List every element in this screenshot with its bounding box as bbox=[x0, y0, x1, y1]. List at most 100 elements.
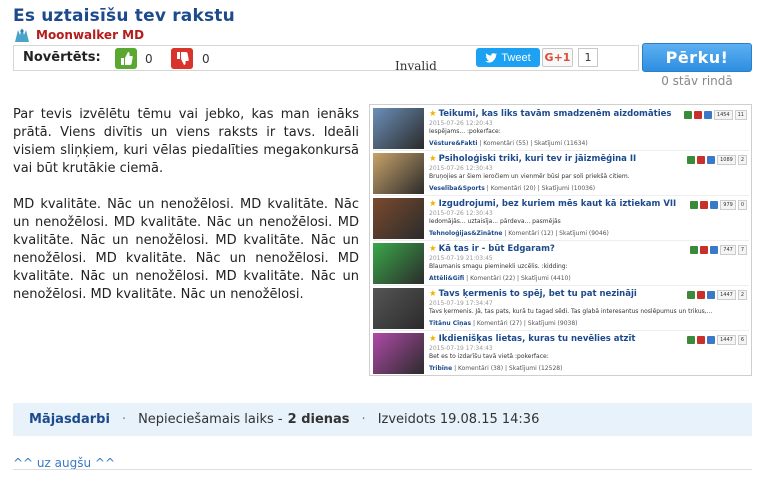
preview-item-views: Skatījumi (10036) bbox=[541, 185, 596, 192]
preview-item-text: Iespējams... :pokerface: bbox=[429, 128, 501, 135]
tweet-label: Tweet bbox=[501, 51, 531, 64]
article-preview-image: ★ Teikumi, kas liks tavām smadzenēm aizdo… bbox=[369, 104, 752, 376]
preview-item-stats: 1447 6 bbox=[687, 335, 747, 345]
rating-mini-icon bbox=[710, 201, 719, 209]
preview-item-score: 1447 bbox=[717, 290, 736, 300]
star-icon: ★ bbox=[429, 154, 437, 164]
buy-button[interactable]: Pērku! bbox=[642, 43, 752, 72]
rating-mini-icon bbox=[697, 156, 706, 164]
preview-item-stats: 1089 2 bbox=[687, 155, 747, 165]
preview-item-views: Skatījumi (9046) bbox=[559, 230, 609, 237]
preview-item-count: 6 bbox=[737, 335, 747, 345]
rating-mini-icon bbox=[683, 111, 692, 119]
rating-mini-icon bbox=[703, 111, 712, 119]
category-link[interactable]: Mājasdarbi bbox=[29, 412, 110, 427]
rating-mini-icon bbox=[710, 246, 719, 254]
rating-mini-icon bbox=[707, 336, 716, 344]
rating-mini-icon bbox=[707, 156, 716, 164]
author-name[interactable]: Moonwalker MD bbox=[36, 28, 144, 42]
offer-footer: Mājasdarbi · Nepieciešamais laiks - 2 di… bbox=[13, 403, 752, 436]
preview-item-score: 747 bbox=[720, 245, 736, 255]
twitter-bird-icon bbox=[485, 52, 498, 63]
preview-item-comments: Komentāri (20) bbox=[490, 185, 536, 192]
preview-item-stats: 747 7 bbox=[690, 245, 747, 255]
preview-list-item: ★ Ikdienišķas lietas, kuras tu nevēlies a… bbox=[373, 332, 749, 375]
preview-list-item: ★ Izgudrojumi, bez kuriem mēs kaut kā izt… bbox=[373, 197, 749, 241]
preview-item-meta: Vēsture&Fakti | Komentāri (55) | Skatīju… bbox=[429, 140, 588, 147]
preview-item-meta: Titānu Cīņas | Komentāri (27) | Skatījum… bbox=[429, 320, 578, 327]
preview-item-views: Skatījumi (9038) bbox=[527, 320, 578, 327]
preview-item-meta: Attēli&Gifi | Komentāri (22) | Skatījumi… bbox=[429, 275, 571, 282]
preview-item-date: 2015-07-19 17:34:47 bbox=[429, 300, 493, 307]
back-to-top-link[interactable]: ^^ uz augšu ^^ bbox=[13, 456, 115, 470]
preview-item-count: 0 bbox=[737, 200, 747, 210]
preview-thumbnail bbox=[373, 243, 424, 284]
preview-item-meta: Veselība&Sports | Komentāri (20) | Skatī… bbox=[429, 185, 595, 192]
preview-item-category: Tehnoloģijas&Zinātne bbox=[429, 230, 503, 237]
preview-item-title-text: Izgudrojumi, bez kuriem mēs kaut kā izti… bbox=[438, 199, 677, 209]
preview-list-item: ★ Psiholoģiski triki, kuri tev ir jāizmēģ… bbox=[373, 152, 749, 196]
preview-item-category: Vēsture&Fakti bbox=[429, 140, 478, 147]
preview-item-date: 2015-07-19 21:03:45 bbox=[429, 255, 493, 262]
preview-item-text: Bruņojies ar šiem ieročiem un vienmēr bū… bbox=[429, 173, 630, 180]
preview-item-date: 2015-07-26 12:20:43 bbox=[429, 120, 493, 127]
thumbs-up-icon[interactable] bbox=[115, 48, 137, 69]
preview-thumbnail bbox=[373, 288, 424, 329]
queue-status: 0 stāv rindā bbox=[661, 74, 733, 88]
preview-item-score: 979 bbox=[720, 200, 736, 210]
preview-item-title: ★ Psiholoģiski triki, kuri tev ir jāizmēģ… bbox=[429, 154, 636, 164]
preview-item-meta: Tribīne | Komentāri (38) | Skatījumi (12… bbox=[429, 365, 562, 372]
preview-item-comments: Komentāri (22) bbox=[470, 275, 516, 282]
preview-item-title: ★ Ikdienišķas lietas, kuras tu nevēlies a… bbox=[429, 334, 635, 344]
preview-item-count: 2 bbox=[737, 155, 747, 165]
preview-list-item: ★ Tavs ķermenis to spēj, bet tu pat nezin… bbox=[373, 287, 749, 331]
preview-item-title-text: Ikdienišķas lietas, kuras tu nevēlies at… bbox=[438, 334, 636, 344]
star-icon: ★ bbox=[429, 244, 437, 254]
gplus-button[interactable]: G+1 bbox=[542, 48, 573, 67]
preview-item-title-text: Psiholoģiski triki, kuri tev ir jāizmēģi… bbox=[438, 154, 637, 164]
likes-count: 0 bbox=[145, 52, 153, 66]
preview-thumbnail bbox=[373, 153, 424, 194]
rating-label: Novērtēts: bbox=[23, 50, 101, 65]
rating-mini-icon bbox=[700, 201, 709, 209]
star-icon: ★ bbox=[429, 109, 437, 119]
time-label: Nepieciešamais laiks - bbox=[138, 412, 283, 427]
preview-item-score: 1447 bbox=[717, 335, 736, 345]
rating-mini-icon bbox=[690, 246, 699, 254]
rating-mini-icon bbox=[687, 156, 696, 164]
rating-mini-icon bbox=[700, 246, 709, 254]
preview-item-title: ★ Teikumi, kas liks tavām smadzenēm aizdo… bbox=[429, 109, 671, 119]
rating-mini-icon bbox=[687, 291, 696, 299]
preview-item-views: Skatījumi (4410) bbox=[520, 275, 571, 282]
preview-item-category: Tribīne bbox=[429, 365, 453, 372]
gplus-count: 1 bbox=[578, 48, 598, 67]
preview-item-category: Titānu Cīņas bbox=[429, 320, 472, 327]
moonwalker-icon bbox=[15, 28, 29, 42]
rating-mini-icon bbox=[687, 336, 696, 344]
description-paragraph-1: Par tevis izvēlētu tēmu vai jebko, kas m… bbox=[13, 107, 359, 176]
rating-bar: Novērtēts: 0 0 Invalid Tweet G+1 1 bbox=[13, 45, 639, 71]
rating-mini-icon bbox=[697, 291, 706, 299]
preview-item-count: 11 bbox=[734, 110, 747, 120]
preview-thumbnail bbox=[373, 198, 424, 239]
preview-list-item: ★ Kā tas ir - būt Edgaram? 2015-07-19 21:0… bbox=[373, 242, 749, 286]
preview-item-score: 1089 bbox=[717, 155, 736, 165]
preview-item-meta: Tehnoloģijas&Zinātne | Komentāri (12) | … bbox=[429, 230, 609, 237]
separator-dot: · bbox=[361, 412, 366, 427]
preview-item-date: 2015-07-26 12:30:43 bbox=[429, 210, 493, 217]
thumbs-down-icon[interactable] bbox=[171, 48, 193, 69]
preview-item-comments: Komentāri (38) bbox=[458, 365, 504, 372]
preview-item-score: 1454 bbox=[713, 110, 733, 120]
preview-item-title: ★ Izgudrojumi, bez kuriem mēs kaut kā izt… bbox=[429, 199, 676, 209]
preview-list-item: ★ Teikumi, kas liks tavām smadzenēm aizdo… bbox=[373, 107, 749, 151]
rating-mini-icon bbox=[697, 336, 706, 344]
preview-item-title-text: Tavs ķermenis to spēj, bet tu pat nezinā… bbox=[438, 289, 637, 299]
preview-item-views: Skatījumi (12528) bbox=[508, 365, 563, 372]
preview-item-count: 7 bbox=[737, 245, 747, 255]
created-date: Izveidots 19.08.15 14:36 bbox=[377, 412, 540, 427]
preview-item-views: Skatījumi (11634) bbox=[534, 140, 588, 147]
preview-item-text: Blaumanis smagu pieminekli uzcēlis. :kid… bbox=[429, 263, 568, 270]
star-icon: ★ bbox=[429, 289, 437, 299]
preview-item-text: Tavs ķermenis. Jā, tas pats, kurā tu tag… bbox=[429, 308, 713, 315]
tweet-button[interactable]: Tweet bbox=[476, 48, 540, 67]
